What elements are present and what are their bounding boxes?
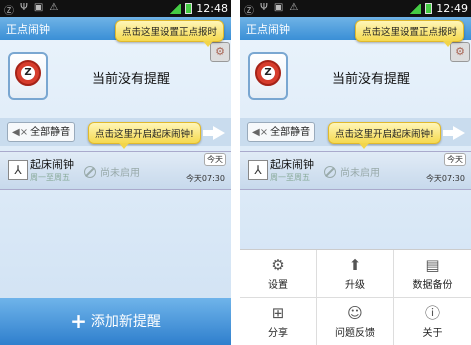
no-reminder-text: 当前没有提醒 bbox=[332, 72, 411, 87]
app-logo: Z bbox=[8, 52, 48, 100]
today-badge: 今天 bbox=[204, 153, 226, 166]
alarm-time: 今天07:30 bbox=[185, 174, 225, 183]
arrow-right-icon[interactable] bbox=[443, 126, 465, 140]
alarm-name: 起床闹钟 bbox=[30, 158, 74, 171]
notification-icon: Ⓩ bbox=[244, 6, 254, 17]
battery-icon bbox=[425, 3, 433, 14]
backup-icon: ▤ bbox=[425, 256, 440, 274]
alarm-type-icon: ⅄ bbox=[248, 160, 268, 180]
signal-icon bbox=[409, 3, 422, 14]
set-chime-tip[interactable]: 点击这里设置正点报时 bbox=[354, 20, 464, 47]
divider bbox=[231, 0, 240, 345]
alarm-row[interactable]: ⅄ 起床闹钟 周一至周五 尚未启用 今天 今天07:30 bbox=[240, 151, 471, 190]
status-time: 12:48 bbox=[196, 2, 228, 15]
alarm-time: 今天07:30 bbox=[425, 174, 465, 183]
add-reminder-button[interactable]: + 添加新提醒 bbox=[0, 298, 231, 345]
menu-item-feedback[interactable]: ☺ 问题反馈 bbox=[317, 298, 394, 345]
chime-settings-button[interactable]: ⚙ bbox=[450, 42, 470, 62]
notification-icon: Ⓩ bbox=[4, 6, 14, 17]
app-title: 正点闹钟 bbox=[6, 23, 50, 36]
usb-icon: Ψ bbox=[20, 2, 28, 13]
share-icon: ⊞ bbox=[271, 304, 285, 322]
speaker-mute-icon: ◀× bbox=[12, 127, 29, 138]
menu-item-upgrade[interactable]: ⬆ 升级 bbox=[317, 250, 394, 298]
disabled-icon bbox=[324, 165, 336, 178]
app-logo: Z bbox=[248, 52, 288, 100]
battery-icon bbox=[185, 3, 193, 14]
alarm-state[interactable]: 尚未启用 bbox=[84, 164, 140, 179]
screen-menu: Ⓩ Ψ ▣ ⚠ 12:49 正点闹钟 ⚙ 点击这里设置正点报时 Z 当前没有提醒 ◀×… bbox=[240, 0, 471, 345]
app-title: 正点闹钟 bbox=[246, 23, 290, 36]
alarm-type-icon: ⅄ bbox=[8, 160, 28, 180]
menu-item-about[interactable]: ⓘ 关于 bbox=[394, 298, 471, 345]
alarm-row[interactable]: ⅄ 起床闹钟 周一至周五 尚未启用 今天 今天07:30 bbox=[0, 151, 231, 190]
today-badge: 今天 bbox=[444, 153, 466, 166]
alarm-days: 周一至周五 bbox=[30, 173, 70, 182]
alarm-clock-icon: Z bbox=[15, 60, 41, 86]
set-chime-tip[interactable]: 点击这里设置正点报时 bbox=[114, 20, 224, 47]
chime-settings-button[interactable]: ⚙ bbox=[210, 42, 230, 62]
warning-icon: ⚠ bbox=[289, 2, 299, 13]
usb-icon: Ψ bbox=[260, 2, 268, 13]
upload-arrow-icon: ⬆ bbox=[348, 256, 362, 274]
menu-item-share[interactable]: ⊞ 分享 bbox=[240, 298, 317, 345]
mute-all-button[interactable]: ◀× 全部静音 bbox=[7, 122, 75, 142]
disabled-icon bbox=[84, 165, 96, 178]
speaker-mute-icon: ◀× bbox=[252, 127, 269, 138]
screen-main: Ⓩ Ψ ▣ ⚠ 12:48 正点闹钟 ⚙ 点击这里设置正点报时 Z 当前没有提醒 ◀×… bbox=[0, 0, 231, 345]
options-menu: ⚙ 设置 ⬆ 升级 ▤ 数据备份 ⊞ 分享 ☺ 问题反馈 ⓘ 关于 bbox=[240, 249, 471, 345]
no-reminder-text: 当前没有提醒 bbox=[92, 72, 171, 87]
arrow-right-icon[interactable] bbox=[203, 126, 225, 140]
enable-alarm-tip[interactable]: 点击这里开启起床闹钟! bbox=[328, 122, 441, 149]
menu-item-settings[interactable]: ⚙ 设置 bbox=[240, 250, 317, 298]
menu-item-backup[interactable]: ▤ 数据备份 bbox=[394, 250, 471, 298]
plus-icon: + bbox=[70, 309, 87, 333]
status-bar: Ⓩ Ψ ▣ ⚠ 12:48 bbox=[0, 0, 231, 17]
mute-all-button[interactable]: ◀× 全部静音 bbox=[247, 122, 315, 142]
status-bar: Ⓩ Ψ ▣ ⚠ 12:49 bbox=[240, 0, 471, 17]
signal-icon bbox=[169, 3, 182, 14]
info-icon: ⓘ bbox=[424, 304, 440, 322]
status-time: 12:49 bbox=[436, 2, 468, 15]
alarm-name: 起床闹钟 bbox=[270, 158, 314, 171]
enable-alarm-tip[interactable]: 点击这里开启起床闹钟! bbox=[88, 122, 201, 149]
chat-bubble-icon: ☺ bbox=[347, 304, 363, 322]
sd-icon: ▣ bbox=[33, 2, 44, 13]
alarm-clock-icon: Z bbox=[255, 60, 281, 86]
alarm-state[interactable]: 尚未启用 bbox=[324, 164, 380, 179]
gear-icon: ⚙ bbox=[271, 256, 285, 274]
warning-icon: ⚠ bbox=[49, 2, 59, 13]
alarm-days: 周一至周五 bbox=[270, 173, 310, 182]
sd-icon: ▣ bbox=[273, 2, 284, 13]
